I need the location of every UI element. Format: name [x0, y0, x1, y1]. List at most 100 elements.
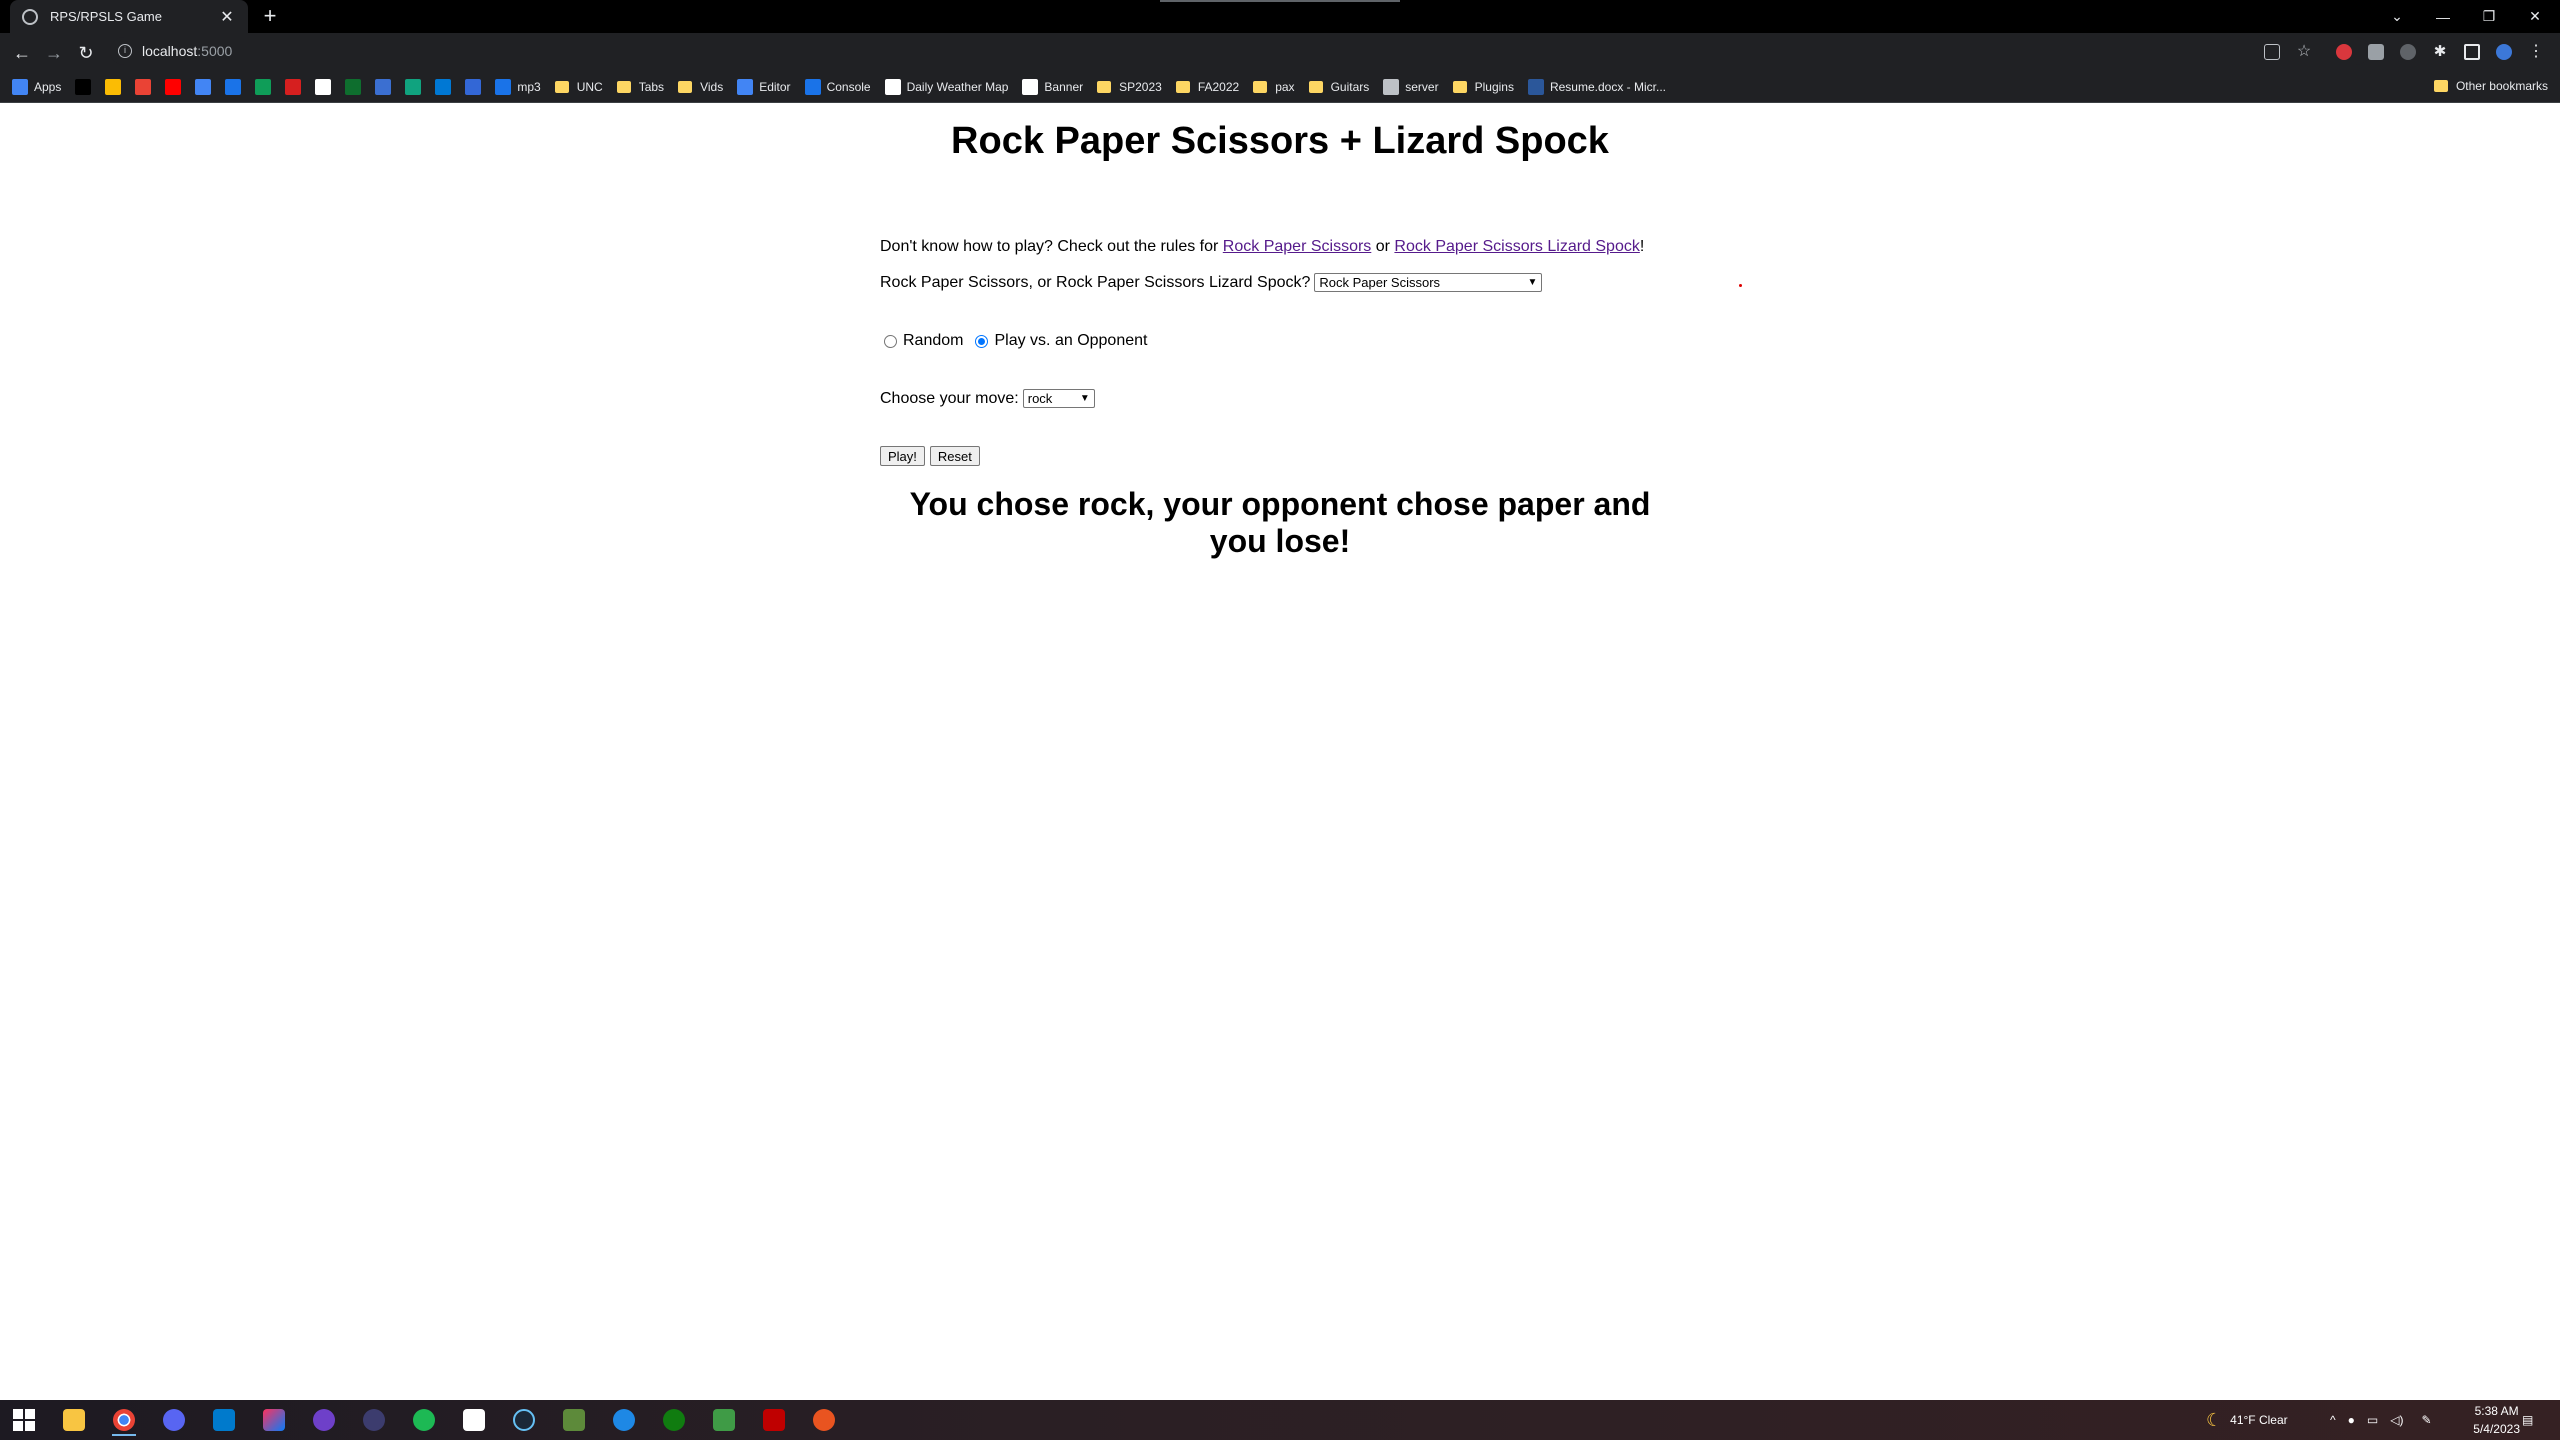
bookmark-item[interactable]: Resume.docx - Micr...: [1527, 78, 1666, 95]
reset-button[interactable]: Reset: [929, 446, 980, 466]
spotify-icon[interactable]: [404, 1404, 444, 1436]
minimize-icon[interactable]: —: [2420, 0, 2466, 33]
volume-icon[interactable]: ◁): [2390, 1413, 2403, 1427]
console-icon: [804, 78, 821, 95]
back-icon[interactable]: ←: [8, 39, 36, 67]
game-mode-select[interactable]: Rock Paper Scissors ▼: [1314, 273, 1543, 292]
window-close-icon[interactable]: ✕: [2512, 0, 2558, 33]
bookmark-star-icon[interactable]: ☆: [2296, 44, 2312, 60]
vpn-extension-icon[interactable]: [2400, 44, 2416, 60]
clock[interactable]: 5:38 AM 5/4/2023: [2473, 1402, 2520, 1438]
bookmark-item[interactable]: [375, 78, 392, 95]
url-text[interactable]: localhost:5000: [142, 43, 232, 59]
bookmark-item[interactable]: [345, 78, 362, 95]
wf-icon: [285, 78, 302, 95]
site-info-icon[interactable]: i: [118, 44, 132, 58]
bookmark-label: Daily Weather Map: [906, 79, 1009, 94]
side-panel-icon[interactable]: [2464, 44, 2480, 60]
weather-widget[interactable]: ☾ 41°F Clear: [2206, 1400, 2288, 1440]
bookmark-item[interactable]: [105, 78, 122, 95]
apps-grid-icon: [12, 78, 28, 95]
bookmark-label: Apps: [34, 79, 62, 94]
cube-logo-icon: [713, 1409, 735, 1431]
opponent-radio[interactable]: [975, 334, 989, 348]
discord-icon[interactable]: [154, 1404, 194, 1436]
tab-title: RPS/RPSLS Game: [50, 9, 162, 24]
move-select[interactable]: rock ▼: [1022, 389, 1095, 408]
bookmark-item[interactable]: [315, 78, 332, 95]
bookmark-item[interactable]: [465, 78, 482, 95]
bookmark-item[interactable]: mp3: [495, 78, 541, 95]
notifications-icon[interactable]: ▤: [2522, 1400, 2533, 1440]
network-icon[interactable]: ▭: [2367, 1413, 2378, 1427]
result-message: You chose rock, your opponent chose pape…: [909, 486, 1651, 559]
new-tab-button[interactable]: +: [258, 4, 282, 28]
rpsls-rules-link[interactable]: Rock Paper Scissors Lizard Spock: [1394, 238, 1639, 255]
tab-search-icon[interactable]: ⌄: [2374, 0, 2420, 33]
tab-close-icon[interactable]: ✕: [218, 7, 236, 27]
filezilla-icon[interactable]: [754, 1404, 794, 1436]
forward-icon[interactable]: →: [40, 39, 68, 67]
page-viewport: Rock Paper Scissors + Lizard Spock Don't…: [0, 104, 2560, 1400]
minecraft-icon[interactable]: [554, 1404, 594, 1436]
restore-icon[interactable]: ❐: [2466, 0, 2512, 33]
bookmark-item[interactable]: Plugins: [1452, 80, 1514, 94]
intellij-logo-icon: [263, 1409, 285, 1431]
adblock-icon[interactable]: [2336, 44, 2352, 60]
address-bar[interactable]: i localhost:5000: [110, 37, 2370, 65]
bookmark-item[interactable]: Editor: [737, 78, 791, 95]
bookmark-item[interactable]: FA2022: [1175, 80, 1239, 94]
bookmark-item[interactable]: Banner: [1022, 78, 1083, 95]
bookmark-item[interactable]: [195, 78, 212, 95]
bookmark-item[interactable]: pax: [1253, 80, 1295, 94]
ubuntu-logo-icon: [813, 1409, 835, 1431]
puzzle-icon[interactable]: ✱: [2432, 44, 2448, 60]
microphone-icon[interactable]: ●: [2348, 1413, 2355, 1427]
bookmark-item[interactable]: Tabs: [616, 80, 664, 94]
ring-logo-icon: [613, 1409, 635, 1431]
tray-overflow-icon[interactable]: ^: [2330, 1413, 2336, 1427]
start-windows-icon[interactable]: [4, 1404, 44, 1436]
file-explorer-icon[interactable]: [54, 1404, 94, 1436]
active-tab[interactable]: RPS/RPSLS Game ✕: [10, 0, 248, 33]
bookmark-item[interactable]: [75, 78, 92, 95]
vscode-icon[interactable]: [204, 1404, 244, 1436]
xbox-icon[interactable]: [654, 1404, 694, 1436]
bookmark-item[interactable]: [435, 78, 452, 95]
bookmark-item[interactable]: [165, 78, 182, 95]
word-icon: [1527, 78, 1544, 95]
extension-icon[interactable]: [2368, 44, 2384, 60]
github-icon[interactable]: [304, 1404, 344, 1436]
menu-kebab-icon[interactable]: ⋮: [2528, 44, 2544, 60]
bookmark-item[interactable]: [285, 78, 302, 95]
bookmark-item[interactable]: [225, 78, 242, 95]
play-button[interactable]: Play!: [880, 446, 925, 466]
notion-icon[interactable]: [454, 1404, 494, 1436]
random-radio[interactable]: [884, 334, 897, 348]
bookmark-item[interactable]: UNC: [554, 80, 603, 94]
ring-app-icon[interactable]: [604, 1404, 644, 1436]
bookmark-item[interactable]: [255, 78, 272, 95]
reload-icon[interactable]: ↻: [72, 39, 100, 67]
bookmark-item[interactable]: Guitars: [1308, 80, 1369, 94]
bookmarks-bar: Apps mp3 UNC Tabs Vids Editor Console Daily Wea…: [0, 71, 2560, 103]
share-icon[interactable]: [2264, 44, 2280, 60]
profile-avatar[interactable]: [2496, 44, 2512, 60]
bookmark-item[interactable]: Console: [804, 78, 871, 95]
ubuntu-icon[interactable]: [804, 1404, 844, 1436]
steam-icon[interactable]: [504, 1404, 544, 1436]
bookmark-item[interactable]: Vids: [678, 80, 723, 94]
rps-rules-link[interactable]: Rock Paper Scissors: [1223, 238, 1372, 255]
other-bookmarks[interactable]: Other bookmarks: [2433, 79, 2548, 93]
app-pill-icon[interactable]: [354, 1404, 394, 1436]
bookmark-item[interactable]: SP2023: [1097, 80, 1162, 94]
chrome-icon[interactable]: [104, 1404, 144, 1436]
bookmark-item[interactable]: server: [1383, 78, 1439, 95]
bookmark-item[interactable]: [135, 78, 152, 95]
bookmark-item[interactable]: Daily Weather Map: [884, 78, 1009, 95]
bookmark-item[interactable]: Apps: [12, 78, 62, 95]
pen-tray-icon[interactable]: ✎: [2421, 1413, 2431, 1427]
cube-app-icon[interactable]: [704, 1404, 744, 1436]
intellij-icon[interactable]: [254, 1404, 294, 1436]
bookmark-item[interactable]: [405, 78, 422, 95]
